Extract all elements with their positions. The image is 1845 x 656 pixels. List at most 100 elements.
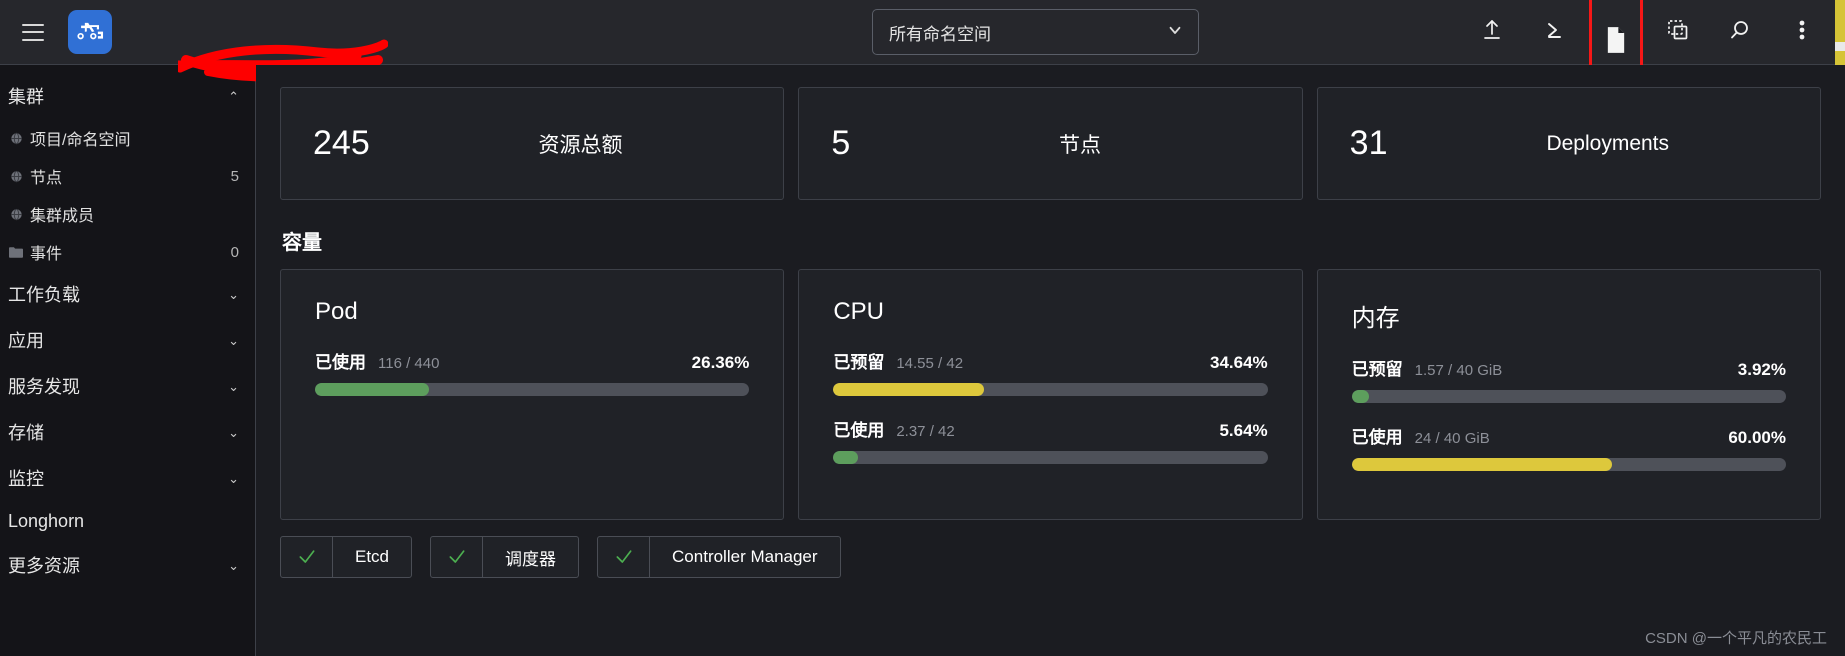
file-document-icon (1604, 26, 1628, 59)
sidebar-group-cluster[interactable]: 集群 ⌃ (0, 73, 255, 119)
gauge-fraction: 14.55 / 42 (896, 355, 964, 372)
edge-color-strip (1835, 0, 1845, 65)
gauge-percent: 5.64% (1219, 421, 1268, 440)
sidebar-item-count: 5 (230, 167, 239, 185)
sidebar-group-service-discovery-label: 服务发现 (8, 377, 80, 397)
cluster-components-row: Etcd 调度器 Controller Manager (280, 536, 1821, 578)
import-yaml-button[interactable] (1465, 6, 1519, 60)
stat-card-deployments[interactable]: 31 Deployments (1316, 87, 1821, 200)
globe-icon (8, 208, 24, 221)
gauge-fraction: 1.57 / 40 GiB (1414, 362, 1503, 379)
progress-fill (833, 383, 984, 396)
sidebar-item-label: 集群成员 (30, 208, 95, 225)
gauge-label: 已使用 (315, 353, 366, 372)
body-wrapper: 集群 ⌃ 项目/命名空间 节点 5 集群成员 事件 0 工作负载 ⌄ 应用 ⌄ … (0, 65, 1845, 656)
gauge-cpu-reserved: 已预留 14.55 / 42 34.64% (833, 348, 1268, 396)
capacity-card-title: Pod (315, 298, 358, 325)
progress-track (833, 383, 1268, 396)
sidebar-item-nodes[interactable]: 节点 5 (0, 157, 255, 195)
rancher-logo-icon[interactable] (68, 10, 112, 54)
check-icon (431, 537, 484, 577)
sidebar-group-workloads[interactable]: 工作负载 ⌄ (0, 271, 255, 317)
sidebar-group-cluster-label: 集群 (8, 87, 44, 107)
sidebar-item-label: 事件 (30, 246, 63, 263)
sidebar-group-monitoring-label: 监控 (8, 469, 44, 489)
main-content: 245 资源总额 5 节点 31 Deployments 容量 Pod 已使用 … (256, 65, 1845, 656)
component-chip-scheduler[interactable]: 调度器 (430, 536, 580, 578)
sidebar-group-service-discovery[interactable]: 服务发现 ⌄ (0, 363, 255, 409)
gauge-fraction: 2.37 / 42 (896, 423, 955, 440)
progress-track (1351, 390, 1786, 403)
namespace-select[interactable]: 所有命名空间 (872, 9, 1199, 55)
gauge-percent: 34.64% (1209, 353, 1268, 372)
globe-icon (8, 132, 24, 145)
gauge-fraction: 24 / 40 GiB (1414, 430, 1490, 447)
gauge-label: 已使用 (833, 421, 885, 440)
copy-kubeconfig-button[interactable] (1651, 6, 1705, 60)
progress-fill (833, 451, 858, 464)
hamburger-menu-icon[interactable] (22, 23, 44, 41)
progress-track (833, 451, 1268, 464)
progress-fill (315, 383, 430, 396)
three-dots-vertical-icon (1799, 18, 1805, 47)
progress-fill (1351, 458, 1613, 471)
sidebar-group-storage-label: 存储 (8, 423, 44, 443)
kubectl-shell-button[interactable] (1527, 6, 1581, 60)
chevron-down-icon: ⌄ (228, 424, 239, 440)
search-icon (1728, 18, 1752, 47)
sidebar-group-apps[interactable]: 应用 ⌄ (0, 317, 255, 363)
sidebar-group-more-resources[interactable]: 更多资源 ⌄ (0, 542, 255, 588)
capacity-card-memory: 内存 已预留 1.57 / 40 GiB 3.92% 已使用 24 / 40 G… (1316, 269, 1821, 520)
component-label: Etcd (355, 547, 390, 566)
kubectl-shell-icon (1542, 18, 1566, 47)
capacity-section-title: 容量 (282, 232, 322, 254)
gauge-label: 已预留 (833, 353, 885, 372)
sidebar-item-projects-namespaces[interactable]: 项目/命名空间 (0, 119, 255, 157)
folder-icon (8, 246, 24, 258)
sidebar-group-workloads-label: 工作负载 (8, 285, 80, 305)
app-root: 所有命名空间 集群 ⌃ 项目/命名空间 节点 5 集群成员 事件 0 工作负载 … (0, 0, 1845, 656)
component-label: 调度器 (505, 549, 557, 569)
capacity-card-pod: Pod 已使用 116 / 440 26.36% (280, 269, 785, 520)
stat-label: 资源总额 (538, 133, 623, 157)
stat-label: 节点 (1058, 133, 1101, 157)
gauge-label: 已使用 (1351, 428, 1403, 447)
check-icon (598, 537, 651, 577)
capacity-card-title: 内存 (1351, 305, 1400, 332)
sidebar-group-more-resources-label: 更多资源 (8, 556, 80, 576)
component-chip-etcd[interactable]: Etcd (280, 536, 413, 578)
copy-clone-icon (1666, 18, 1690, 47)
more-actions-button[interactable] (1775, 6, 1829, 60)
stat-value: 31 (1349, 124, 1388, 162)
chevron-down-icon: ⌄ (228, 286, 239, 302)
sidebar-group-monitoring[interactable]: 监控 ⌄ (0, 455, 255, 501)
stat-card-nodes[interactable]: 5 节点 (798, 87, 1303, 200)
chevron-down-icon (1166, 21, 1184, 44)
sidebar-item-count: 0 (230, 243, 239, 261)
sidebar-group-storage[interactable]: 存储 ⌄ (0, 409, 255, 455)
gauge-percent: 3.92% (1737, 360, 1786, 379)
capacity-card-title: CPU (833, 298, 884, 325)
chevron-up-icon: ⌃ (228, 88, 239, 104)
capacity-cards-row: Pod 已使用 116 / 440 26.36% CPU 已预留 14.55 /… (280, 269, 1821, 520)
top-header: 所有命名空间 (0, 0, 1845, 91)
gauge-label: 已预留 (1351, 360, 1403, 379)
progress-track (315, 383, 750, 396)
gauge-cpu-used: 已使用 2.37 / 42 5.64% (833, 416, 1268, 464)
namespace-select-value: 所有命名空间 (889, 24, 991, 44)
gauge-memory-reserved: 已预留 1.57 / 40 GiB 3.92% (1351, 355, 1786, 403)
component-chip-controller-manager[interactable]: Controller Manager (597, 536, 841, 578)
sidebar-item-cluster-members[interactable]: 集群成员 (0, 195, 255, 233)
progress-track (1351, 458, 1786, 471)
sidebar-item-label: 节点 (30, 170, 63, 187)
stat-card-total-resources[interactable]: 245 资源总额 (280, 87, 785, 200)
sidebar-group-apps-label: 应用 (8, 331, 44, 351)
stat-value: 5 (831, 124, 851, 162)
search-button[interactable] (1713, 6, 1767, 60)
sidebar-item-events[interactable]: 事件 0 (0, 233, 255, 271)
sidebar-group-longhorn[interactable]: Longhorn (0, 501, 255, 542)
sidebar-group-longhorn-label: Longhorn (8, 511, 85, 531)
chevron-down-icon: ⌄ (228, 378, 239, 394)
sidebar-item-label: 项目/命名空间 (30, 132, 131, 149)
summary-stats-row: 245 资源总额 5 节点 31 Deployments (280, 87, 1821, 200)
